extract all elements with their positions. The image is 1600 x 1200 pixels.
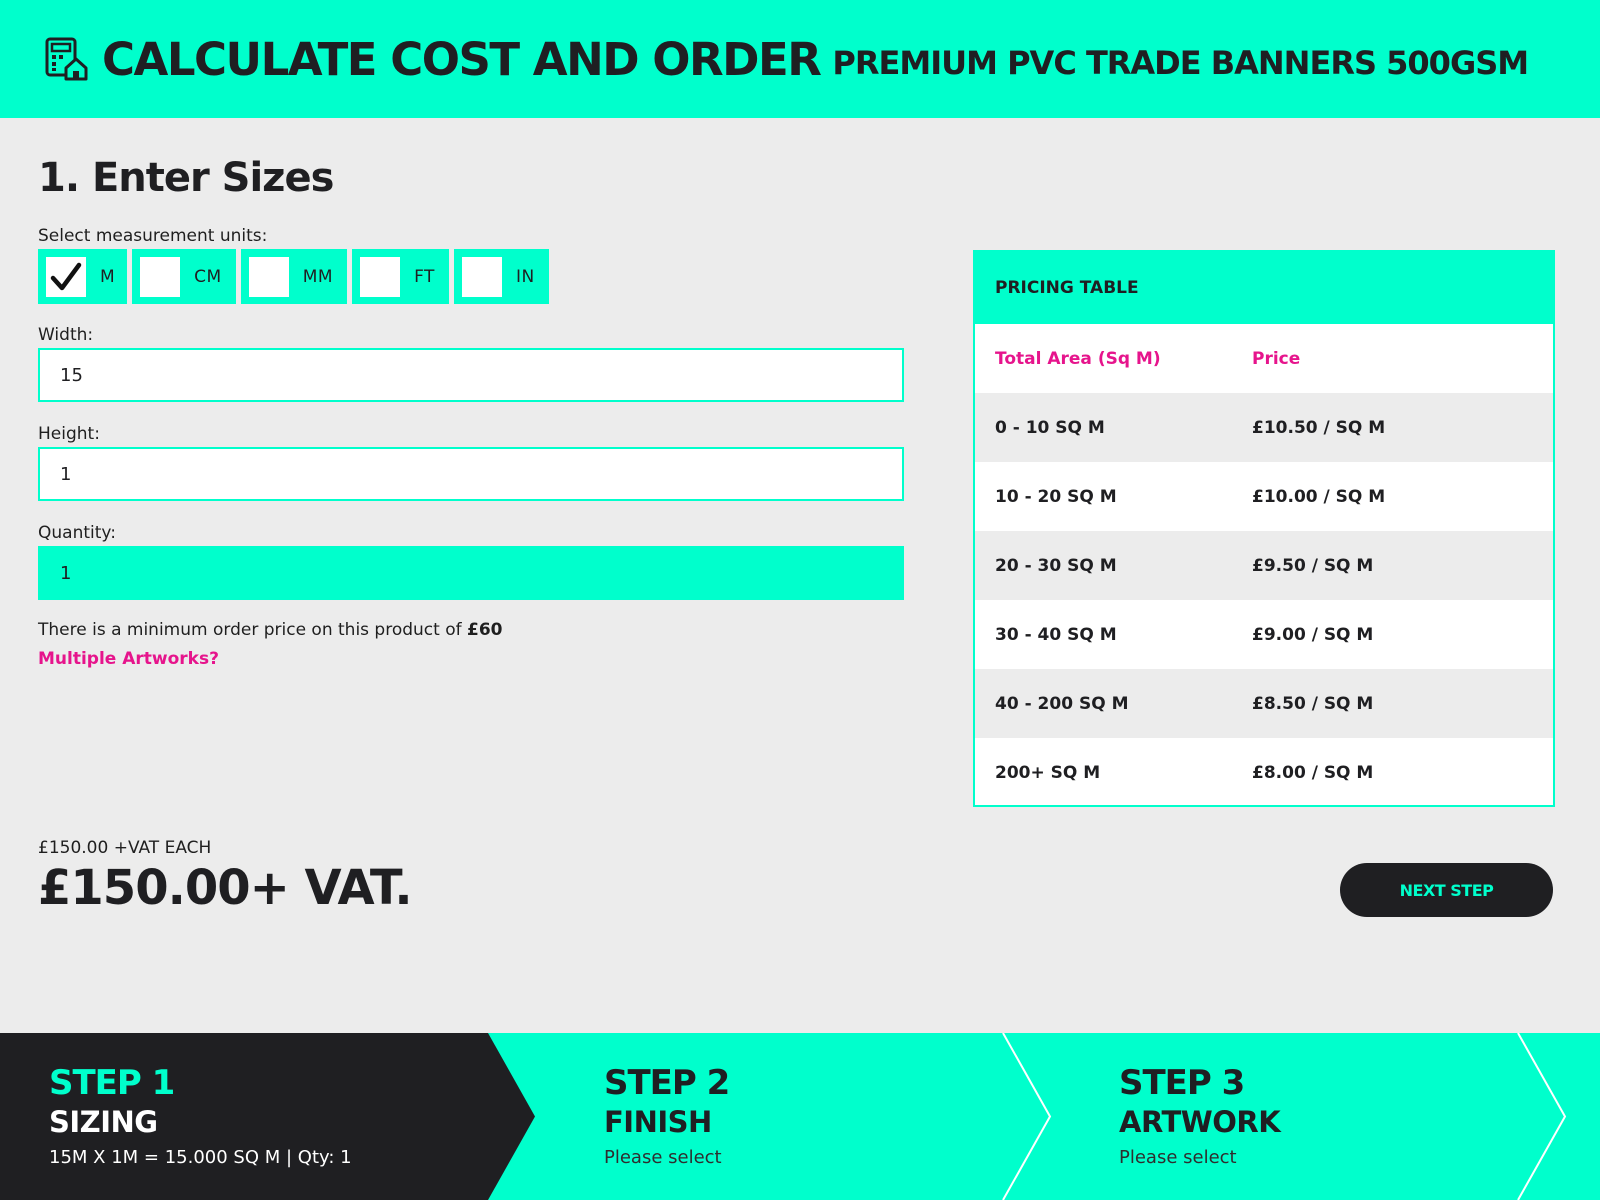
table-row: 40 - 200 SQ M £8.50 / SQ M bbox=[975, 669, 1553, 738]
column-header-area: Total Area (Sq M) bbox=[995, 348, 1161, 369]
section-title: 1. Enter Sizes bbox=[38, 155, 334, 201]
step-2-finish[interactable]: STEP 2 FINISH Please select bbox=[604, 1063, 730, 1168]
checkmark-icon bbox=[50, 262, 82, 290]
step-1-sizing[interactable]: STEP 1 SIZING 15M X 1M = 15.000 SQ M | Q… bbox=[49, 1063, 352, 1168]
column-header-price: Price bbox=[1252, 348, 1301, 369]
unit-checkbox-in[interactable] bbox=[461, 256, 502, 297]
unit-checkbox-mm[interactable] bbox=[248, 256, 289, 297]
unit-checkbox-m[interactable] bbox=[46, 256, 86, 297]
area-cell: 20 - 30 SQ M bbox=[995, 555, 1117, 576]
step-description: Please select bbox=[1119, 1147, 1237, 1168]
product-name: PREMIUM PVC TRADE BANNERS 500GSM bbox=[832, 44, 1529, 82]
step-name: ARTWORK bbox=[1119, 1105, 1281, 1139]
step-name: SIZING bbox=[49, 1105, 158, 1139]
unit-label-m: M bbox=[100, 266, 116, 287]
page-header: CALCULATE COST AND ORDER PREMIUM PVC TRA… bbox=[0, 0, 1600, 118]
table-row: 10 - 20 SQ M £10.00 / SQ M bbox=[975, 462, 1553, 531]
table-row: 0 - 10 SQ M £10.50 / SQ M bbox=[975, 393, 1553, 462]
unit-option-cm[interactable]: CM bbox=[132, 249, 236, 304]
pricing-table: PRICING TABLE Total Area (Sq M) Price 0 … bbox=[973, 250, 1555, 807]
unit-price: £150.00 +VAT EACH bbox=[38, 838, 212, 858]
table-row: 20 - 30 SQ M £9.50 / SQ M bbox=[975, 531, 1553, 600]
unit-option-ft[interactable]: FT bbox=[352, 249, 449, 304]
calculator-icon bbox=[45, 37, 88, 81]
unit-label-in: IN bbox=[515, 266, 535, 287]
area-cell: 200+ SQ M bbox=[995, 762, 1101, 783]
area-cell: 10 - 20 SQ M bbox=[995, 486, 1117, 507]
price-cell: £9.00 / SQ M bbox=[1252, 624, 1374, 645]
pricing-table-header: Total Area (Sq M) Price bbox=[975, 324, 1553, 393]
height-input[interactable]: 1 bbox=[38, 447, 904, 501]
minimum-order-amount: £60 bbox=[467, 620, 503, 640]
multiple-artworks-link[interactable]: Multiple Artworks? bbox=[38, 649, 219, 669]
unit-option-m[interactable]: M bbox=[38, 249, 128, 304]
step-number: STEP 2 bbox=[604, 1063, 730, 1103]
unit-checkbox-cm[interactable] bbox=[140, 256, 181, 297]
step-description: 15M X 1M = 15.000 SQ M | Qty: 1 bbox=[49, 1147, 352, 1168]
minimum-order-note: There is a minimum order price on this p… bbox=[38, 620, 503, 640]
step-3-artwork[interactable]: STEP 3 ARTWORK Please select bbox=[1119, 1063, 1281, 1168]
height-label: Height: bbox=[38, 424, 100, 444]
price-cell: £9.50 / SQ M bbox=[1252, 555, 1374, 576]
page-title: CALCULATE COST AND ORDER bbox=[102, 32, 822, 86]
width-value: 15 bbox=[60, 364, 83, 386]
quantity-value: 1 bbox=[60, 562, 72, 584]
step-number: STEP 3 bbox=[1119, 1063, 1245, 1103]
table-row: 200+ SQ M £8.00 / SQ M bbox=[975, 738, 1553, 807]
price-cell: £8.00 / SQ M bbox=[1252, 762, 1374, 783]
minimum-order-text: There is a minimum order price on this p… bbox=[38, 620, 468, 640]
pricing-table-title: PRICING TABLE bbox=[975, 252, 1553, 324]
unit-selector: M CM MM FT IN bbox=[38, 249, 549, 304]
table-row: 30 - 40 SQ M £9.00 / SQ M bbox=[975, 600, 1553, 669]
height-value: 1 bbox=[60, 463, 72, 485]
width-input[interactable]: 15 bbox=[38, 348, 904, 402]
step-number: STEP 1 bbox=[49, 1063, 175, 1103]
unit-label-ft: FT bbox=[414, 266, 435, 287]
area-cell: 30 - 40 SQ M bbox=[995, 624, 1117, 645]
price-cell: £10.00 / SQ M bbox=[1252, 486, 1386, 507]
unit-label-cm: CM bbox=[194, 266, 222, 287]
unit-option-mm[interactable]: MM bbox=[240, 249, 348, 304]
area-cell: 0 - 10 SQ M bbox=[995, 417, 1105, 438]
quantity-label: Quantity: bbox=[38, 523, 116, 543]
width-label: Width: bbox=[38, 325, 94, 345]
unit-label-mm: MM bbox=[302, 266, 334, 287]
step-description: Please select bbox=[604, 1147, 722, 1168]
area-cell: 40 - 200 SQ M bbox=[995, 693, 1129, 714]
unit-option-in[interactable]: IN bbox=[453, 249, 549, 304]
steps-bar: STEP 1 SIZING 15M X 1M = 15.000 SQ M | Q… bbox=[0, 1033, 1600, 1200]
quantity-input[interactable]: 1 bbox=[38, 546, 904, 600]
step-name: FINISH bbox=[604, 1105, 712, 1139]
next-step-button[interactable]: NEXT STEP bbox=[1340, 863, 1553, 917]
price-cell: £10.50 / SQ M bbox=[1252, 417, 1386, 438]
total-price: £150.00+ VAT. bbox=[38, 860, 413, 916]
units-label: Select measurement units: bbox=[38, 226, 268, 246]
unit-checkbox-ft[interactable] bbox=[360, 256, 401, 297]
price-cell: £8.50 / SQ M bbox=[1252, 693, 1374, 714]
